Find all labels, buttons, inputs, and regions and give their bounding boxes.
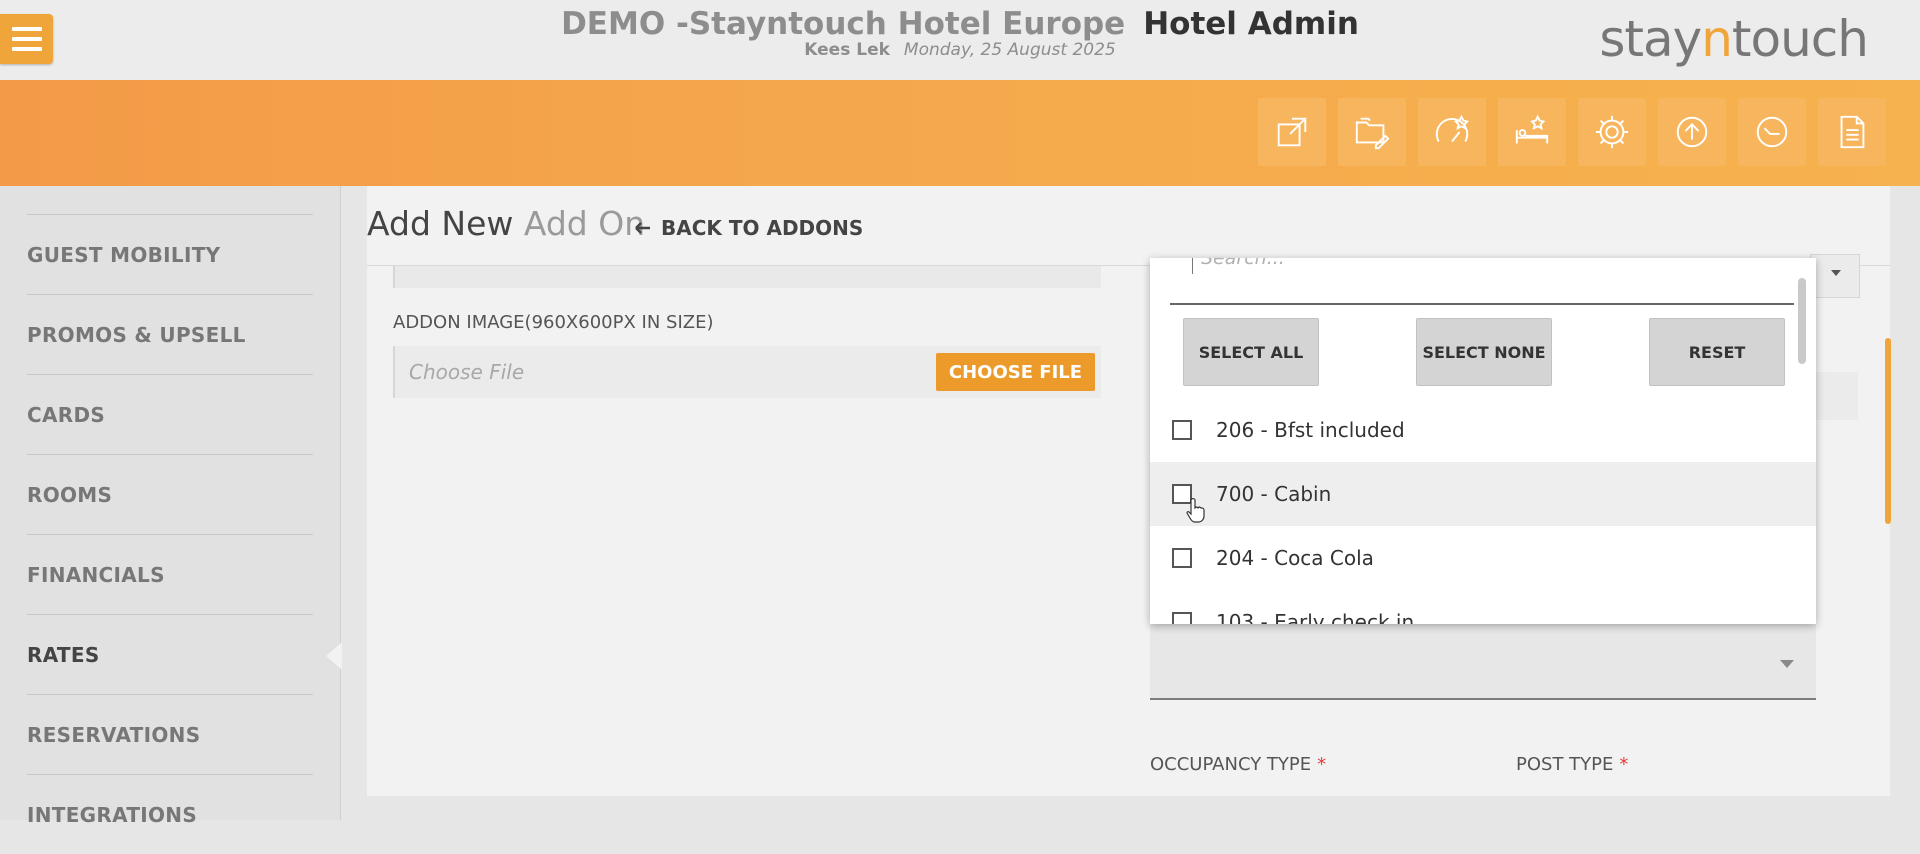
list-item[interactable]: 206 - Bfst included: [1150, 398, 1816, 462]
dropdown-search-input[interactable]: [1192, 258, 1783, 274]
select-all-button[interactable]: SELECT ALL: [1183, 318, 1319, 386]
admin-sidebar: GUEST MOBILITY PROMOS & UPSELL CARDS ROO…: [0, 186, 341, 827]
page-scrollbar[interactable]: [1885, 338, 1891, 524]
sidebar-item-rooms[interactable]: ROOMS: [27, 454, 313, 534]
app-header: DEMO -Stayntouch Hotel Europe Hotel Admin…: [0, 0, 1920, 80]
bed-star-icon[interactable]: [1498, 98, 1566, 166]
user-name: Kees Lek: [804, 40, 890, 60]
addon-image-label: ADDON IMAGE(960X600PX IN SIZE): [393, 312, 714, 333]
file-placeholder: Choose File: [409, 360, 525, 384]
list-item[interactable]: 700 - Cabin: [1150, 462, 1816, 526]
current-date: Monday, 25 August 2025: [903, 40, 1116, 60]
sidebar-item-rates[interactable]: RATES: [27, 614, 313, 694]
post-type-label: POST TYPE *: [1516, 754, 1629, 775]
hand-cursor-icon: [1186, 497, 1205, 523]
sidebar-item-promos-upsell[interactable]: PROMOS & UPSELL: [27, 294, 313, 374]
sidebar-item-guest-mobility[interactable]: GUEST MOBILITY: [27, 214, 313, 294]
choose-file-button[interactable]: CHOOSE FILE: [936, 353, 1095, 391]
gear-icon[interactable]: [1578, 98, 1646, 166]
app-name: Hotel Admin: [1143, 6, 1359, 42]
dashboard-star-icon[interactable]: [1418, 98, 1486, 166]
upload-icon[interactable]: [1658, 98, 1726, 166]
multiselect-dropdown: SELECT ALL SELECT NONE RESET 206 - Bfst …: [1150, 258, 1816, 624]
list-item[interactable]: 103 - Early check in: [1150, 590, 1816, 624]
checkbox[interactable]: [1172, 420, 1192, 440]
checkbox[interactable]: [1172, 548, 1192, 568]
history-icon[interactable]: [1738, 98, 1806, 166]
active-item-pointer: [326, 642, 342, 670]
sidebar-item-reservations[interactable]: RESERVATIONS: [27, 694, 313, 774]
chevron-down-icon[interactable]: [1810, 254, 1860, 298]
stayntouch-logo: stayntouch: [1599, 10, 1869, 68]
select-none-button[interactable]: SELECT NONE: [1416, 318, 1552, 386]
dropdown-search: [1170, 258, 1794, 305]
sidebar-item-cards[interactable]: CARDS: [27, 374, 313, 454]
hotel-name: DEMO -Stayntouch Hotel Europe: [561, 6, 1126, 42]
sidebar-item-financials[interactable]: FINANCIALS: [27, 534, 313, 614]
list-item[interactable]: 204 - Coca Cola: [1150, 526, 1816, 590]
addon-image-file-input[interactable]: Choose File CHOOSE FILE: [393, 346, 1101, 398]
toolbar-banner: [0, 80, 1920, 186]
page-header: Add New Add On BACK TO ADDONS: [367, 186, 1890, 266]
dropdown-scrollbar[interactable]: [1798, 278, 1806, 364]
document-icon[interactable]: [1818, 98, 1886, 166]
dropdown-options: 206 - Bfst included 700 - Cabin 204 - Co…: [1150, 398, 1816, 624]
reset-button[interactable]: RESET: [1649, 318, 1785, 386]
charge-code-select[interactable]: [1150, 622, 1816, 700]
checkbox[interactable]: [1172, 612, 1192, 624]
external-link-icon[interactable]: [1258, 98, 1326, 166]
previous-field[interactable]: [393, 266, 1101, 288]
arrow-left-icon: [635, 222, 650, 234]
occupancy-type-label: OCCUPANCY TYPE *: [1150, 754, 1327, 775]
back-to-addons-link[interactable]: BACK TO ADDONS: [635, 216, 863, 240]
page-title: Add New Add On: [367, 204, 646, 243]
sidebar-item-integrations[interactable]: INTEGRATIONS: [27, 774, 313, 854]
right-field[interactable]: [1810, 372, 1858, 420]
folder-edit-icon[interactable]: [1338, 98, 1406, 166]
